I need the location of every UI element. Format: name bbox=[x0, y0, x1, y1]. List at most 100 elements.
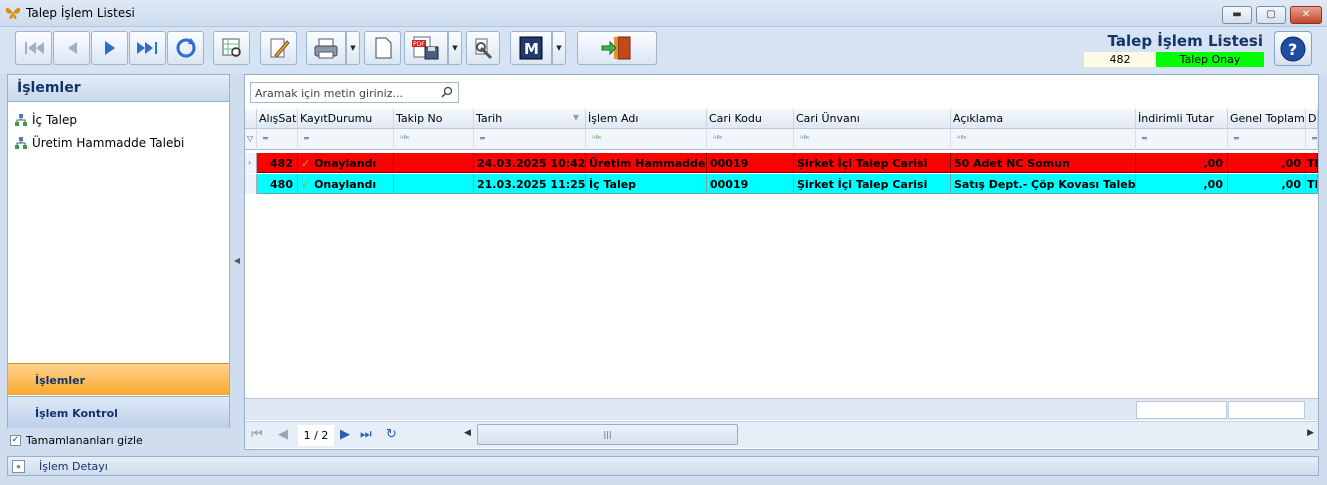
cell-tarih: 21.03.2025 11:25:0 bbox=[474, 174, 586, 194]
status-badge: Talep Onay bbox=[1156, 52, 1264, 67]
tree-item-label: Üretim Hammadde Talebi bbox=[32, 136, 185, 150]
pdf-export-button[interactable]: PDF bbox=[404, 31, 448, 65]
scrollbar-thumb[interactable]: ||| bbox=[477, 424, 738, 445]
column-header[interactable]: Takip No bbox=[394, 109, 474, 129]
chevron-down-icon: ▼ bbox=[452, 44, 458, 52]
hide-completed-checkbox[interactable]: ✓ Tamamlananları gizle bbox=[10, 434, 143, 447]
table-row[interactable]: › 482 ✓ Onaylandı 24.03.2025 10:42:3 Üre… bbox=[245, 153, 1318, 173]
refresh-button[interactable] bbox=[167, 31, 204, 65]
column-header[interactable]: Dö bbox=[1306, 109, 1318, 129]
filter-cell-text[interactable]: ᴬᴮᶜ bbox=[951, 129, 1136, 150]
filter-cell-text[interactable]: ᴬᴮᶜ bbox=[794, 129, 951, 150]
filter-cell-text[interactable]: ᴬᴮᶜ bbox=[394, 129, 474, 150]
first-record-icon bbox=[24, 42, 44, 54]
previous-record-button[interactable] bbox=[53, 31, 90, 65]
scroll-left-icon[interactable]: ◀ bbox=[464, 428, 471, 438]
edit-button[interactable] bbox=[260, 31, 297, 65]
last-record-button[interactable] bbox=[129, 31, 166, 65]
cell-carikodu: 00019 bbox=[707, 153, 794, 173]
grid-summary-row bbox=[245, 398, 1318, 420]
next-page-icon[interactable]: ▶ bbox=[340, 427, 350, 443]
tools-icon bbox=[475, 38, 493, 60]
column-header[interactable]: Açıklama bbox=[951, 109, 1136, 129]
row-indicator-header bbox=[245, 109, 257, 129]
print-icon bbox=[314, 38, 338, 59]
column-header-sorted[interactable]: Tarih ▼ bbox=[474, 109, 586, 129]
filter-cell-equals[interactable]: ═ bbox=[1228, 129, 1306, 150]
search-input[interactable]: Aramak için metin giriniz... bbox=[250, 82, 459, 103]
filter-cell-equals[interactable]: ═ bbox=[1306, 129, 1318, 150]
help-button[interactable]: ? bbox=[1274, 31, 1312, 66]
cell-geneltoplam: ,00 bbox=[1228, 174, 1306, 194]
svg-text:?: ? bbox=[1288, 40, 1297, 59]
svg-text:M: M bbox=[524, 40, 539, 58]
new-document-button[interactable] bbox=[364, 31, 401, 65]
checkmark-icon: ✓ bbox=[301, 157, 311, 170]
panel-splitter[interactable]: ◀ bbox=[232, 74, 242, 452]
nav-islemler[interactable]: İşlemler bbox=[8, 363, 229, 395]
left-panel-title: İşlemler bbox=[8, 75, 229, 102]
maximize-icon: ▢ bbox=[1266, 9, 1276, 20]
column-header[interactable]: Genel Toplam bbox=[1228, 109, 1306, 129]
column-header[interactable]: İndirimli Tutar bbox=[1136, 109, 1228, 129]
pdf-export-dropdown[interactable]: ▼ bbox=[448, 31, 462, 65]
horizontal-scrollbar[interactable]: ◀ ||| ▶ bbox=[464, 424, 1316, 445]
previous-record-icon bbox=[67, 42, 77, 54]
print-button[interactable] bbox=[306, 31, 346, 65]
scroll-right-icon[interactable]: ▶ bbox=[1307, 428, 1314, 438]
column-header[interactable]: Cari Ünvanı bbox=[794, 109, 951, 129]
table-row[interactable]: 480 ✓ Onaylandı 21.03.2025 11:25:0 İç Ta… bbox=[245, 174, 1318, 194]
column-header[interactable]: KayıtDurumu bbox=[298, 109, 394, 129]
nav-islem-kontrol[interactable]: İşlem Kontrol bbox=[8, 396, 229, 428]
column-header[interactable]: İşlem Adı bbox=[586, 109, 707, 129]
cell-cariunvani: Şirket İçi Talep Carisi bbox=[794, 174, 951, 194]
last-page-icon[interactable]: ⏭ bbox=[360, 427, 372, 443]
cell-kayitdurumu-text: Onaylandı bbox=[314, 157, 377, 170]
column-header[interactable]: Cari Kodu bbox=[707, 109, 794, 129]
search-placeholder: Aramak için metin giriniz... bbox=[255, 87, 403, 100]
cell-tarih: 24.03.2025 10:42:3 bbox=[474, 153, 586, 173]
column-header-label: Tarih bbox=[476, 112, 503, 125]
tools-button[interactable] bbox=[466, 31, 500, 65]
tree-item-uretim-hammadde[interactable]: Üretim Hammadde Talebi bbox=[14, 136, 184, 150]
filter-cell-equals[interactable]: ═ bbox=[298, 129, 394, 150]
new-document-icon bbox=[375, 37, 391, 59]
tree-node-icon bbox=[15, 114, 27, 126]
chevron-down-icon: ▼ bbox=[350, 44, 356, 52]
filter-cell-text[interactable]: ᴬᴮᶜ bbox=[707, 129, 794, 150]
preview-icon bbox=[222, 38, 241, 57]
expand-icon[interactable]: » bbox=[12, 460, 25, 473]
m-menu-button[interactable]: M bbox=[510, 31, 552, 65]
cell-aciklama: Satış Dept.- Çöp Kovası Talebi bbox=[951, 174, 1136, 194]
close-button[interactable]: ✕ bbox=[1290, 6, 1322, 24]
exit-button[interactable] bbox=[577, 31, 657, 65]
cell-aciklama: 50 Adet NC Somun bbox=[951, 153, 1136, 173]
sort-descending-icon: ▼ bbox=[572, 113, 579, 122]
cell-kayitdurumu: ✓ Onaylandı bbox=[298, 174, 394, 194]
summary-indirimli-tutar bbox=[1136, 401, 1227, 419]
detail-bar[interactable]: » İşlem Detayı bbox=[7, 456, 1319, 476]
filter-cell-text[interactable]: ᴬᴮᶜ bbox=[586, 129, 707, 150]
refresh-page-icon[interactable]: ↻ bbox=[386, 427, 397, 443]
next-record-button[interactable] bbox=[91, 31, 128, 65]
cell-kayitdurumu: ✓ Onaylandı bbox=[298, 153, 394, 173]
column-header[interactable]: AlışSatış bbox=[257, 109, 298, 129]
first-page-icon[interactable]: ⏮ bbox=[251, 427, 263, 443]
filter-cell-equals[interactable]: ═ bbox=[474, 129, 586, 150]
tree-item-ic-talep[interactable]: İç Talep bbox=[14, 113, 77, 127]
preview-button[interactable] bbox=[213, 31, 250, 65]
print-dropdown[interactable]: ▼ bbox=[346, 31, 360, 65]
previous-page-icon[interactable]: ◀ bbox=[278, 427, 288, 443]
left-panel: İşlemler İç Talep Üretim Hammadde Talebi… bbox=[7, 74, 230, 428]
filter-cell-equals[interactable]: ═ bbox=[257, 129, 298, 150]
first-record-button[interactable] bbox=[15, 31, 52, 65]
maximize-button[interactable]: ▢ bbox=[1256, 6, 1286, 24]
exit-door-icon bbox=[601, 36, 631, 60]
filter-icon[interactable]: ▽ bbox=[245, 129, 257, 150]
minimize-button[interactable]: ▬ bbox=[1222, 6, 1252, 24]
butterfly-icon bbox=[5, 6, 21, 23]
chevron-down-icon: ▼ bbox=[556, 44, 562, 52]
m-menu-dropdown[interactable]: ▼ bbox=[552, 31, 566, 65]
filter-cell-equals[interactable]: ═ bbox=[1136, 129, 1228, 150]
m-menu-icon: M bbox=[519, 36, 543, 60]
